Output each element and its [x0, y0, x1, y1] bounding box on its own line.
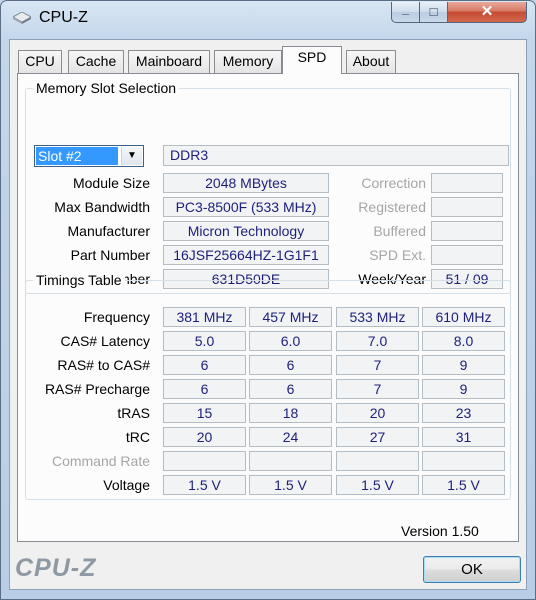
cpuz-app-icon	[13, 12, 31, 24]
timing-cell: 1.5 V	[163, 475, 246, 495]
module-size-value: 2048 MBytes	[163, 173, 329, 193]
spd-panel: Memory Slot Selection Slot #2 ▼ DDR3 Module…	[17, 73, 519, 542]
close-button[interactable]: ✕	[447, 2, 527, 23]
timing-cell: 533 MHz	[336, 307, 419, 327]
timing-cell: 18	[249, 403, 332, 423]
manufacturer-value: Micron Technology	[163, 221, 329, 241]
tab-spd[interactable]: SPD	[282, 46, 342, 74]
timing-label-ras-to-cas: RAS# to CAS#	[57, 357, 150, 373]
timing-cell: 31	[422, 427, 505, 447]
timing-label-tras: tRAS	[117, 405, 150, 421]
timing-cell: 6	[163, 379, 246, 399]
memory-slot-group-title: Memory Slot Selection	[33, 80, 180, 96]
version-label: Version 1.50	[401, 523, 479, 539]
timing-cell: 610 MHz	[422, 307, 505, 327]
module-size-label: Module Size	[72, 175, 150, 191]
tab-about[interactable]: About	[346, 50, 396, 73]
timing-cell: 6.0	[249, 331, 332, 351]
timing-cell: 457 MHz	[249, 307, 332, 327]
tab-mainboard[interactable]: Mainboard	[128, 50, 210, 73]
buffered-value	[431, 221, 503, 241]
registered-label: Registered	[358, 199, 426, 215]
timing-label-frequency: Frequency	[83, 309, 150, 325]
part-number-value: 16JSF25664HZ-1G1F1	[163, 245, 329, 265]
maximize-icon: □	[429, 4, 438, 19]
close-icon: ✕	[480, 3, 494, 20]
timing-label-ras-precharge: RAS# Precharge	[44, 381, 150, 397]
timing-cell: 381 MHz	[163, 307, 246, 327]
timing-cell: 6	[163, 355, 246, 375]
maximize-button[interactable]: □	[419, 2, 448, 23]
timings-group-title: Timings Table	[33, 272, 125, 288]
timing-cell: 1.5 V	[249, 475, 332, 495]
timing-cell: 7	[336, 355, 419, 375]
correction-value	[431, 173, 503, 193]
timing-cell: 8.0	[422, 331, 505, 351]
timing-cell: 9	[422, 379, 505, 399]
timing-cell: 6	[249, 355, 332, 375]
cpuz-window: CPU-Z _ □ ✕ CPU Cache Mainboard Memory SPD Ab…	[0, 0, 536, 600]
spd-ext-label: SPD Ext.	[369, 247, 426, 263]
timing-cell: 27	[336, 427, 419, 447]
timing-cell	[249, 451, 332, 471]
minimize-icon: _	[401, 1, 410, 16]
timing-cell: 24	[249, 427, 332, 447]
timing-cell: 20	[336, 403, 419, 423]
title-bar[interactable]: CPU-Z _ □ ✕	[1, 1, 535, 35]
memory-type-field: DDR3	[163, 145, 509, 166]
ok-button[interactable]: OK	[423, 556, 521, 583]
buffered-label: Buffered	[373, 223, 426, 239]
max-bandwidth-value: PC3-8500F (533 MHz)	[163, 197, 329, 217]
slot-select-value: Slot #2	[36, 147, 118, 165]
timing-cell: 15	[163, 403, 246, 423]
correction-label: Correction	[361, 175, 426, 191]
timing-label-voltage: Voltage	[103, 477, 150, 493]
client-area: CPU Cache Mainboard Memory SPD About Memory S…	[9, 39, 527, 590]
tab-cache[interactable]: Cache	[68, 50, 124, 73]
timing-cell: 5.0	[163, 331, 246, 351]
tab-cpu[interactable]: CPU	[18, 50, 62, 73]
timing-cell: 23	[422, 403, 505, 423]
timing-label-trc: tRC	[125, 429, 150, 445]
timing-cell: 20	[163, 427, 246, 447]
slot-select[interactable]: Slot #2 ▼	[34, 145, 144, 167]
chevron-down-icon[interactable]: ▼	[121, 147, 142, 165]
timing-cell: 6	[249, 379, 332, 399]
timing-cell: 9	[422, 355, 505, 375]
timing-cell	[163, 451, 246, 471]
registered-value	[431, 197, 503, 217]
cpuz-brand-logo: CPU-Z	[15, 554, 97, 582]
timing-cell	[422, 451, 505, 471]
timing-label-command-rate: Command Rate	[51, 453, 150, 469]
manufacturer-label: Manufacturer	[67, 223, 150, 239]
window-title: CPU-Z	[39, 9, 88, 26]
tab-memory[interactable]: Memory	[214, 50, 282, 73]
timing-cell: 7	[336, 379, 419, 399]
spd-ext-value	[431, 245, 503, 265]
timing-cell: 1.5 V	[336, 475, 419, 495]
timing-cell: 7.0	[336, 331, 419, 351]
timing-label-cas-latency: CAS# Latency	[60, 333, 151, 349]
minimize-button[interactable]: _	[391, 2, 420, 23]
max-bandwidth-label: Max Bandwidth	[54, 199, 150, 215]
timing-cell: 1.5 V	[422, 475, 505, 495]
part-number-label: Part Number	[70, 247, 150, 263]
timing-cell	[336, 451, 419, 471]
